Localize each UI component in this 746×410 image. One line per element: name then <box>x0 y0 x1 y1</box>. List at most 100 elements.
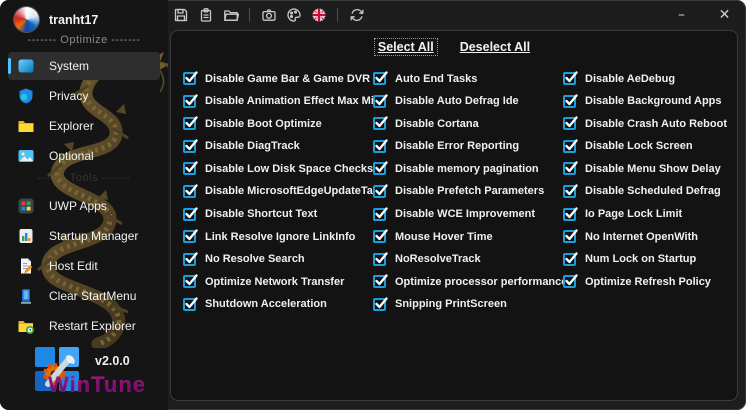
checkbox[interactable] <box>373 230 386 243</box>
checkbox-item[interactable]: No Internet OpenWith <box>563 230 746 243</box>
checkbox-item[interactable]: NoResolveTrack <box>373 253 563 266</box>
checkbox-item[interactable]: Disable WCE Improvement <box>373 208 563 221</box>
checkbox-label: Num Lock on Startup <box>585 253 696 265</box>
checkbox[interactable] <box>183 230 196 243</box>
checkbox-item[interactable]: Disable Boot Optimize <box>183 117 373 130</box>
checkbox[interactable] <box>563 253 576 266</box>
checkbox[interactable] <box>373 72 386 85</box>
checkbox[interactable] <box>563 95 576 108</box>
checkbox[interactable] <box>563 72 576 85</box>
checkbox[interactable] <box>183 298 196 311</box>
checkbox[interactable] <box>563 140 576 153</box>
checkbox-item[interactable]: Disable DiagTrack <box>183 140 373 153</box>
checkbox-item[interactable]: Disable AeDebug <box>563 72 746 85</box>
checkbox[interactable] <box>373 117 386 130</box>
checkbox-item[interactable]: Disable Auto Defrag Ide <box>373 95 563 108</box>
sidebar-item-startup-manager[interactable]: Startup Manager <box>8 222 160 250</box>
checkbox-label: Snipping PrintScreen <box>395 298 507 310</box>
sidebar-item-label: Host Edit <box>49 259 98 273</box>
sidebar-nav: System Privacy Explorer <box>0 52 168 342</box>
checkbox-item[interactable]: Disable Low Disk Space Checks <box>183 162 373 175</box>
checkbox-item[interactable]: Disable Crash Auto Reboot <box>563 117 746 130</box>
checkbox-item[interactable]: Link Resolve Ignore LinkInfo <box>183 230 373 243</box>
sidebar-item-uwp-apps[interactable]: UWP Apps <box>8 192 160 220</box>
checkbox[interactable] <box>183 117 196 130</box>
checkbox[interactable] <box>373 298 386 311</box>
checkbox[interactable] <box>563 185 576 198</box>
checkbox-item[interactable]: Snipping PrintScreen <box>373 298 563 311</box>
checkbox[interactable] <box>373 185 386 198</box>
open-folder-button[interactable] <box>218 3 243 27</box>
checkbox[interactable] <box>183 253 196 266</box>
checkbox-item[interactable]: Optimize Network Transfer <box>183 275 373 288</box>
optimize-divider: ------- Optimize ------- <box>0 34 168 46</box>
user-row[interactable]: tranht17 <box>14 7 98 32</box>
checkbox-item[interactable]: Disable Shortcut Text <box>183 208 373 221</box>
checkbox[interactable] <box>183 140 196 153</box>
sidebar-item-label: Privacy <box>49 89 88 103</box>
checkbox-label: Optimize Network Transfer <box>205 276 344 288</box>
checkbox[interactable] <box>373 95 386 108</box>
checkbox[interactable] <box>563 275 576 288</box>
checkbox[interactable] <box>183 185 196 198</box>
checkbox[interactable] <box>563 162 576 175</box>
photo-icon <box>16 146 36 166</box>
panel-header: Select All Deselect All <box>171 38 737 56</box>
checkbox-item[interactable]: Disable Error Reporting <box>373 140 563 153</box>
checkbox[interactable] <box>183 208 196 221</box>
language-button[interactable] <box>306 3 331 27</box>
checkbox[interactable] <box>373 208 386 221</box>
checkbox[interactable] <box>183 72 196 85</box>
checkbox-item[interactable]: Optimize Refresh Policy <box>563 275 746 288</box>
theme-button[interactable] <box>281 3 306 27</box>
checkbox-item[interactable]: Disable Menu Show Delay <box>563 162 746 175</box>
checkbox[interactable] <box>563 230 576 243</box>
checkbox-item[interactable]: Disable memory pagination <box>373 162 563 175</box>
checkbox[interactable] <box>183 95 196 108</box>
backup-icon <box>198 7 214 23</box>
checkbox[interactable] <box>373 253 386 266</box>
minimize-button[interactable]: – <box>660 0 703 30</box>
checkbox-item[interactable]: Disable Cortana <box>373 117 563 130</box>
checkbox[interactable] <box>563 208 576 221</box>
checkbox-item[interactable]: Disable Background Apps <box>563 95 746 108</box>
checkbox[interactable] <box>373 140 386 153</box>
checkbox-item[interactable]: Io Page Lock Limit <box>563 208 746 221</box>
checkbox[interactable] <box>183 275 196 288</box>
sidebar-item-clear-startmenu[interactable]: Clear StartMenu <box>8 282 160 310</box>
checkbox-item[interactable]: Num Lock on Startup <box>563 253 746 266</box>
checkbox[interactable] <box>373 162 386 175</box>
checkbox[interactable] <box>183 162 196 175</box>
checkbox-label: Disable DiagTrack <box>205 140 300 152</box>
sidebar-item-explorer[interactable]: Explorer <box>8 112 160 140</box>
sidebar-item-optional[interactable]: Optional <box>8 142 160 170</box>
checkbox[interactable] <box>563 117 576 130</box>
checkbox-item[interactable]: Disable Lock Screen <box>563 140 746 153</box>
checkbox-item[interactable]: Disable Animation Effect Max Min <box>183 95 373 108</box>
checkbox-item[interactable]: Disable Scheduled Defrag <box>563 185 746 198</box>
checkbox-item[interactable]: Disable Game Bar & Game DVR <box>183 72 373 85</box>
checkbox-item[interactable]: Disable MicrosoftEdgeUpdateTask <box>183 185 373 198</box>
select-all-button[interactable]: Select All <box>374 38 438 56</box>
checkbox-item[interactable]: Optimize processor performance <box>373 275 563 288</box>
checkbox-item[interactable]: No Resolve Search <box>183 253 373 266</box>
save-button[interactable] <box>168 3 193 27</box>
checkbox-label: Disable Background Apps <box>585 95 722 107</box>
sidebar-item-system[interactable]: System <box>8 52 160 80</box>
screenshot-button[interactable] <box>256 3 281 27</box>
backup-button[interactable] <box>193 3 218 27</box>
checkbox[interactable] <box>373 275 386 288</box>
checkbox-columns: Disable Game Bar & Game DVR Disable Anima… <box>183 72 746 321</box>
checkbox-item[interactable]: Disable Prefetch Parameters <box>373 185 563 198</box>
refresh-button[interactable] <box>344 3 369 27</box>
close-button[interactable]: ✕ <box>703 0 746 30</box>
checkbox-item[interactable]: Auto End Tasks <box>373 72 563 85</box>
sidebar-item-host-edit[interactable]: Host Edit <box>8 252 160 280</box>
startmenu-icon <box>16 286 36 306</box>
deselect-all-button[interactable]: Deselect All <box>456 38 534 56</box>
checkbox-item[interactable]: Shutdown Acceleration <box>183 298 373 311</box>
checkbox-item[interactable]: Mouse Hover Time <box>373 230 563 243</box>
sidebar-item-privacy[interactable]: Privacy <box>8 82 160 110</box>
checkbox-label: Disable Cortana <box>395 118 479 130</box>
sidebar-item-restart-explorer[interactable]: Restart Explorer <box>8 312 160 340</box>
